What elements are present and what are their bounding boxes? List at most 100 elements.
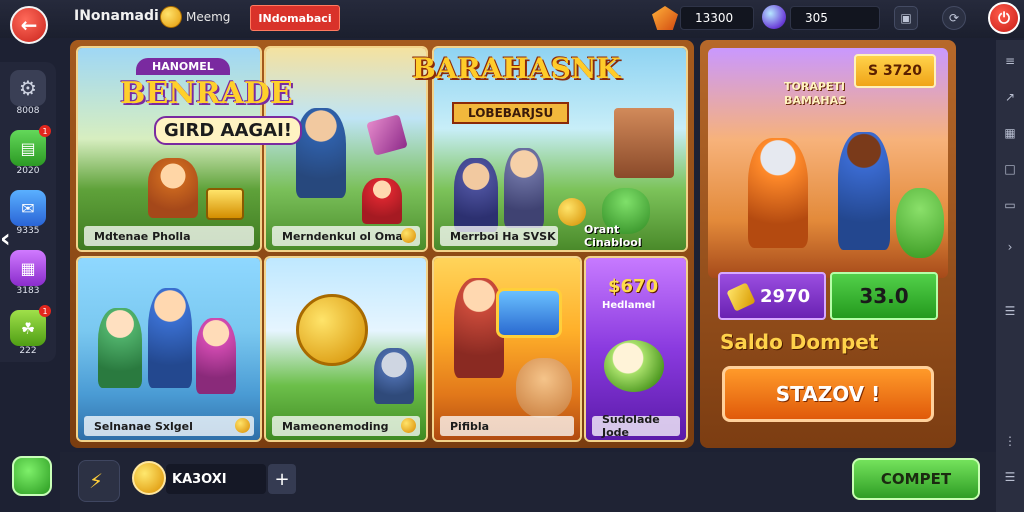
card-caption-text: Orant Cinablool xyxy=(584,223,642,249)
character-art xyxy=(838,132,890,250)
square-icon: ▣ xyxy=(900,11,912,25)
home-button[interactable] xyxy=(12,456,52,496)
bag-icon: ▦ xyxy=(20,258,36,278)
gold-balance-value: 2970 xyxy=(760,285,811,307)
list-icon[interactable]: ≡ xyxy=(1002,54,1018,70)
card-caption-text: Selnanae Sxlgel xyxy=(94,419,193,433)
character-art xyxy=(98,308,142,388)
diagonal-icon[interactable]: ↗ xyxy=(1002,90,1018,106)
refresh-button[interactable]: ⟳ xyxy=(942,6,966,30)
sidebar-item-settings[interactable]: ⚙ xyxy=(10,70,46,106)
banner-subtitle: GIRD AAGAI! xyxy=(154,116,303,145)
card-caption-text: Mameonemoding xyxy=(282,419,389,433)
menu-icon[interactable]: ☰ xyxy=(1002,470,1018,486)
app-title: INonamadi xyxy=(74,8,159,24)
balance-row: 2970 33.0 xyxy=(718,272,938,320)
gems-counter: 13300 xyxy=(680,6,754,30)
card-caption: Merrboi Ha SVSK xyxy=(440,226,558,246)
sidebar-item-stats[interactable]: ▤ 1 xyxy=(10,125,51,166)
sidebar-item-shop[interactable]: ▦ xyxy=(10,250,46,286)
building-art xyxy=(614,108,674,178)
notification-badge: 1 xyxy=(39,305,51,317)
chevron-right-icon[interactable]: › xyxy=(1002,240,1018,256)
power-icon: ⏻ xyxy=(998,9,1010,27)
banner-kicker: HANOMEL xyxy=(136,58,230,75)
card-subtitle: Hedlamel xyxy=(602,300,656,311)
add-button[interactable]: + xyxy=(268,464,296,494)
sidebar-item-chat[interactable]: ✉ xyxy=(10,190,46,226)
card-caption-text: Mdtenae Pholla xyxy=(94,229,191,243)
card-caption-text: Sudolade Jode xyxy=(602,413,660,439)
coin-icon xyxy=(132,461,166,495)
refresh-icon: ⟳ xyxy=(948,11,960,25)
window-icon[interactable]: □ xyxy=(1002,162,1018,178)
boost-button[interactable]: ⚡ xyxy=(78,460,120,502)
banner-subtitle: LOBEBARJSU xyxy=(452,102,570,124)
compete-button[interactable]: COMPET xyxy=(852,458,980,500)
sidebar-label: 8008 xyxy=(16,106,40,116)
pet-art xyxy=(516,358,572,418)
card-caption: Sudolade Jode xyxy=(592,413,680,439)
top-bar: ← INonamadi Meemg INdomabaci 13300 305 ▣… xyxy=(0,0,1024,44)
coin-icon xyxy=(235,418,250,433)
coin-icon xyxy=(401,228,416,243)
card-caption: Orant Cinablool xyxy=(574,223,680,249)
gold-bar-icon xyxy=(726,282,756,312)
panel-subtitle-1: TORAPETI xyxy=(784,80,846,93)
start-button[interactable]: STAZOV ! xyxy=(722,366,934,422)
character-art xyxy=(362,178,402,224)
back-button[interactable]: ← xyxy=(10,6,48,44)
gear-icon: ⚙ xyxy=(19,76,37,100)
orbs-counter: 305 xyxy=(790,6,880,30)
bowl-icon xyxy=(604,340,664,392)
game-card-7[interactable]: Pifibla xyxy=(432,256,582,442)
chest-icon xyxy=(496,288,562,338)
header-badge[interactable]: INdomabaci xyxy=(250,5,340,31)
price-tag[interactable]: S 3720 xyxy=(854,54,936,88)
game-card-8[interactable]: $670 Hedlamel Sudolade Jode xyxy=(584,256,688,442)
character-art xyxy=(148,158,198,218)
coin-icon xyxy=(558,198,586,226)
chat-icon: ✉ xyxy=(21,198,35,218)
stack-icon[interactable]: ☰ xyxy=(1002,304,1018,320)
gold-balance[interactable]: 2970 xyxy=(718,272,826,320)
right-sidebar: ≡ ↗ ▦ □ ▭ › ☰ ⋮ ☰ xyxy=(996,40,1024,512)
sidebar-label: 3183 xyxy=(16,286,40,296)
coin-icon xyxy=(401,418,416,433)
game-card-5[interactable]: Selnanae Sxlgel xyxy=(76,256,262,442)
card-caption: Mdtenae Pholla xyxy=(84,226,254,246)
game-card-6[interactable]: Mameonemoding xyxy=(264,256,428,442)
chevron-left-icon[interactable]: ‹ xyxy=(0,224,11,254)
character-art xyxy=(504,148,544,228)
settings-button[interactable]: ▣ xyxy=(894,6,918,30)
wallet-panel: S 3720 TORAPETI BAMAHAS 2970 33.0 Saldo … xyxy=(700,40,956,448)
cash-balance-value: 33.0 xyxy=(859,284,909,308)
banner-title: BENRADE xyxy=(120,76,293,111)
character-art xyxy=(454,158,498,232)
sidebar-label: 2020 xyxy=(16,166,40,176)
sidebar-label: 222 xyxy=(19,346,37,356)
leaf-icon: ☘ xyxy=(20,318,36,338)
character-art xyxy=(748,138,808,248)
card-caption-text: Pifibla xyxy=(450,419,490,433)
card-caption: Pifibla xyxy=(440,416,574,436)
cash-balance[interactable]: 33.0 xyxy=(830,272,938,320)
treasure-icon xyxy=(206,188,244,220)
panel-icon[interactable]: ▭ xyxy=(1002,198,1018,214)
chart-icon: ▤ xyxy=(20,138,36,158)
gems-value: 13300 xyxy=(695,11,734,25)
dots-icon[interactable]: ⋮ xyxy=(1002,434,1018,450)
grid-icon[interactable]: ▦ xyxy=(1002,126,1018,142)
close-button[interactable]: ⏻ xyxy=(988,2,1020,34)
sidebar-label: 9335 xyxy=(16,226,40,236)
lightning-icon: ⚡ xyxy=(89,469,104,493)
orbs-value: 305 xyxy=(805,11,828,25)
card-price: $670 xyxy=(608,276,659,297)
card-caption: Mameonemoding xyxy=(272,416,420,436)
banner-title: BARAHASNK xyxy=(412,52,621,85)
amount-field[interactable]: KA3OXI xyxy=(166,464,266,494)
left-sidebar: ⚙ 8008 ▤ 1 2020 ✉ 9335 ▦ 3183 ☘ 1 222 xyxy=(0,62,56,362)
sidebar-item-rewards[interactable]: ☘ 1 xyxy=(10,305,51,346)
gem-icon xyxy=(652,6,678,30)
coin-icon xyxy=(160,6,182,28)
